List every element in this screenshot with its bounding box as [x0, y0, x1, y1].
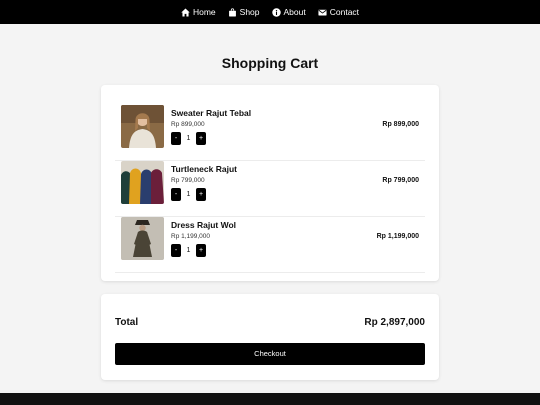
shopping-bag-icon [228, 7, 236, 17]
cart-card: Sweater Rajut Tebal Rp 899,000 - 1 + Rp … [101, 85, 439, 281]
nav-label-contact: Contact [329, 7, 360, 17]
home-icon [181, 8, 190, 16]
nav-label-shop: Shop [239, 7, 260, 17]
product-image-dress[interactable] [121, 217, 164, 260]
nav-label-about: About [283, 7, 306, 17]
item-price: Rp 899,000 [171, 121, 205, 128]
item-name: Sweater Rajut Tebal [171, 108, 252, 118]
checkout-button[interactable]: Checkout [115, 343, 425, 365]
decrease-quantity-button[interactable]: - [171, 244, 181, 257]
quantity-value: 1 [186, 135, 191, 142]
item-line-total: Rp 1,199,000 [376, 233, 419, 240]
envelope-icon [318, 9, 327, 16]
item-name: Dress Rajut Wol [171, 220, 237, 230]
navbar: Home Shop About Contact [0, 0, 540, 24]
item-price: Rp 1,199,000 [171, 233, 211, 240]
nav-item-contact[interactable]: Contact [318, 7, 359, 17]
item-line-total: Rp 899,000 [382, 121, 419, 128]
page-title: Shopping Cart [221, 55, 319, 71]
total-value: Rp 2,897,000 [364, 317, 425, 328]
nav-item-shop[interactable]: Shop [228, 7, 260, 17]
item-price: Rp 799,000 [171, 177, 205, 184]
increase-quantity-button[interactable]: + [196, 188, 206, 201]
info-icon [271, 7, 281, 17]
decrease-quantity-button[interactable]: - [171, 188, 181, 201]
item-line-total: Rp 799,000 [382, 177, 419, 184]
order-summary-card: Total Rp 2,897,000 Checkout [101, 294, 439, 380]
nav-item-about[interactable]: About [271, 7, 306, 17]
decrease-quantity-button[interactable]: - [171, 132, 181, 145]
quantity-value: 1 [186, 247, 191, 254]
item-name: Turtleneck Rajut [171, 164, 237, 174]
cart-item: Dress Rajut Wol Rp 1,199,000 - 1 + Rp 1,… [115, 217, 425, 273]
footer [0, 393, 540, 405]
increase-quantity-button[interactable]: + [196, 244, 206, 257]
increase-quantity-button[interactable]: + [196, 132, 206, 145]
nav-label-home: Home [192, 7, 216, 17]
nav-item-home[interactable]: Home [181, 7, 216, 17]
product-image-sweater[interactable] [121, 105, 164, 148]
product-image-turtleneck[interactable] [121, 161, 164, 204]
total-label: Total [115, 317, 139, 328]
cart-item: Sweater Rajut Tebal Rp 899,000 - 1 + Rp … [115, 105, 425, 161]
quantity-value: 1 [186, 191, 191, 198]
cart-item: Turtleneck Rajut Rp 799,000 - 1 + Rp 799… [115, 161, 425, 217]
